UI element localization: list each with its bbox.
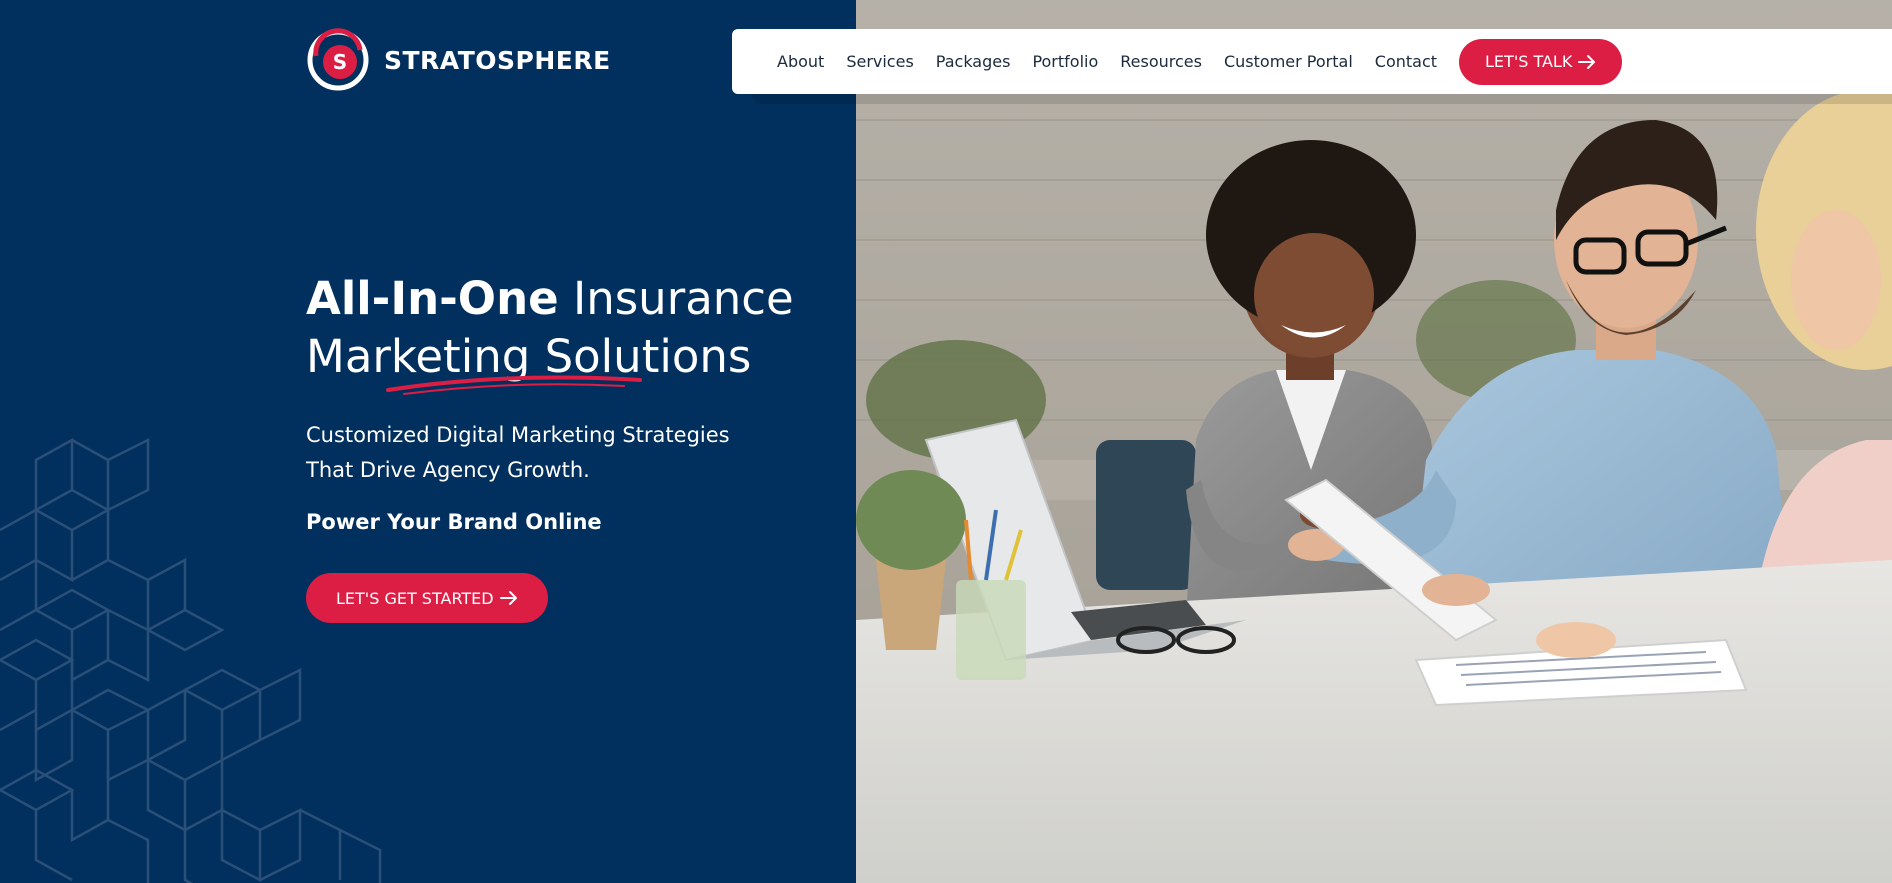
lets-talk-button[interactable]: LET'S TALK — [1459, 38, 1623, 85]
main-navbar: About Services Packages Portfolio Resour… — [732, 29, 1892, 94]
nav-link-resources[interactable]: Resources — [1120, 52, 1202, 71]
brand-logo[interactable]: S STRATOSPHERE — [306, 28, 611, 92]
geometric-pattern-decoration — [0, 437, 382, 883]
underline-swash-decoration — [386, 375, 642, 395]
get-started-button[interactable]: LET'S GET STARTED — [306, 573, 548, 623]
hero-title-rest: Insurance — [572, 272, 794, 325]
nav-link-packages[interactable]: Packages — [936, 52, 1011, 71]
landing-page: S STRATOSPHERE About Services Packages P… — [0, 0, 1892, 883]
hero-tagline: Power Your Brand Online — [306, 510, 602, 534]
get-started-label: LET'S GET STARTED — [336, 588, 494, 608]
lets-talk-label: LET'S TALK — [1485, 52, 1573, 71]
nav-link-about[interactable]: About — [777, 52, 824, 71]
logo-letter: S — [333, 50, 347, 74]
nav-link-contact[interactable]: Contact — [1375, 52, 1437, 71]
hero-photo — [856, 0, 1892, 883]
nav-link-services[interactable]: Services — [846, 52, 913, 71]
arrow-right-icon — [499, 591, 517, 605]
office-meeting-image — [856, 0, 1892, 883]
hero-subtitle: Customized Digital Marketing Strategies … — [306, 423, 730, 482]
nav-link-customer-portal[interactable]: Customer Portal — [1224, 52, 1353, 71]
arrow-right-icon — [1578, 54, 1596, 69]
stratosphere-logo-icon: S — [307, 28, 369, 91]
hero-title-bold: All-In-One — [306, 272, 559, 325]
nav-link-portfolio[interactable]: Portfolio — [1032, 52, 1098, 71]
brand-name: STRATOSPHERE — [384, 45, 611, 75]
